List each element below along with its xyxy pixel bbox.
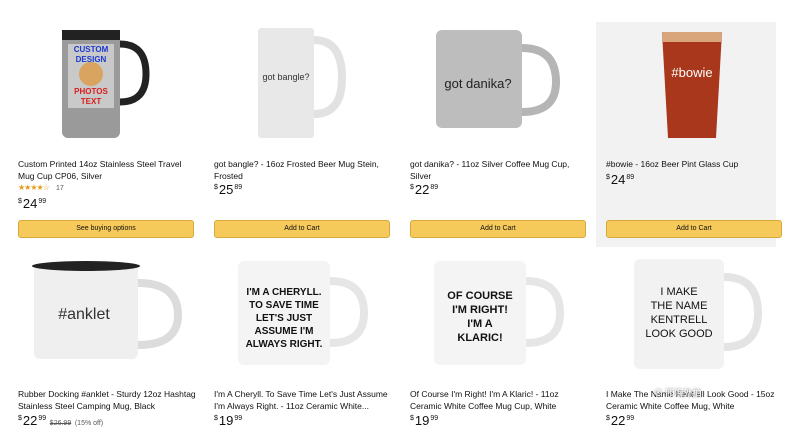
discount-label: (15% off) (74, 420, 104, 427)
svg-text:I'M A CHERYLL.: I'M A CHERYLL. (246, 287, 321, 298)
see-buying-options-button[interactable]: See buying options (18, 220, 194, 238)
svg-text:OF COURSE: OF COURSE (447, 290, 512, 302)
product-title[interactable]: got bangle? - 16oz Frosted Beer Mug Stei… (214, 158, 394, 182)
product-price: $2299 $26.99 (15% off) (18, 413, 104, 428)
product-image[interactable]: CUSTOM DESIGN PHOTOS TEXT (18, 22, 200, 142)
svg-text:#anklet: #anklet (58, 306, 110, 323)
svg-text:TEXT: TEXT (81, 97, 102, 106)
product-image[interactable]: OF COURSE I'M RIGHT! I'M A KLARIC! (410, 255, 592, 375)
svg-text:CUSTOM: CUSTOM (74, 45, 109, 54)
svg-text:TO SAVE TIME: TO SAVE TIME (249, 300, 319, 311)
product-price: $2299 (606, 413, 635, 428)
product-title[interactable]: got danika? - 11oz Silver Coffee Mug Cup… (410, 158, 590, 182)
svg-text:#bowie: #bowie (671, 65, 712, 80)
svg-text:THE NAME: THE NAME (651, 300, 708, 312)
product-price: $1999 (410, 413, 439, 428)
svg-text:I'M RIGHT!: I'M RIGHT! (452, 304, 508, 316)
list-price: $26.99 (49, 420, 72, 427)
product-title[interactable]: Rubber Docking #anklet - Sturdy 12oz Has… (18, 388, 198, 412)
product-image[interactable]: got danika? (410, 22, 592, 142)
svg-text:KENTRELL: KENTRELL (651, 314, 708, 326)
rating-count[interactable]: 17 (56, 185, 64, 192)
product-title[interactable]: Of Course I'm Right! I'm A Klaric! - 11o… (410, 388, 590, 412)
product-price: $2289 (410, 182, 439, 197)
svg-text:got danika?: got danika? (444, 76, 511, 91)
svg-text:PHOTOS: PHOTOS (74, 87, 108, 96)
product-image[interactable]: #anklet (18, 255, 200, 375)
product-price: $2589 (214, 182, 243, 197)
product-price: $2489 (606, 172, 635, 187)
product-image[interactable]: got bangle? (214, 22, 396, 142)
svg-text:KLARIC!: KLARIC! (457, 332, 502, 344)
rating-stars[interactable]: ★★★★☆ (18, 183, 50, 192)
product-price: $2499 (18, 196, 47, 211)
product-price: $1999 (214, 413, 243, 428)
svg-text:I'M A: I'M A (467, 318, 492, 330)
add-to-cart-button[interactable]: Add to Cart (606, 220, 782, 238)
product-title[interactable]: I'm A Cheryll. To Save Time Let's Just A… (214, 388, 394, 412)
product-title[interactable]: #bowie - 16oz Beer Pint Glass Cup (606, 158, 786, 170)
product-image[interactable]: I MAKE THE NAME KENTRELL LOOK GOOD (606, 255, 788, 375)
product-title[interactable]: Custom Printed 14oz Stainless Steel Trav… (18, 158, 198, 182)
svg-text:ALWAYS RIGHT.: ALWAYS RIGHT. (246, 339, 323, 350)
watermark: ⊙ 叩海外拍 (654, 388, 702, 398)
product-image[interactable]: #bowie (606, 22, 788, 142)
svg-text:I MAKE: I MAKE (660, 286, 697, 298)
add-to-cart-button[interactable]: Add to Cart (214, 220, 390, 238)
product-image[interactable]: I'M A CHERYLL. TO SAVE TIME LET'S JUST A… (214, 255, 396, 375)
svg-text:DESIGN: DESIGN (76, 55, 107, 64)
svg-text:LOOK GOOD: LOOK GOOD (645, 328, 712, 340)
svg-text:LET'S JUST: LET'S JUST (256, 313, 312, 324)
svg-text:ASSUME I'M: ASSUME I'M (254, 326, 313, 337)
add-to-cart-button[interactable]: Add to Cart (410, 220, 586, 238)
svg-text:got bangle?: got bangle? (262, 72, 309, 82)
